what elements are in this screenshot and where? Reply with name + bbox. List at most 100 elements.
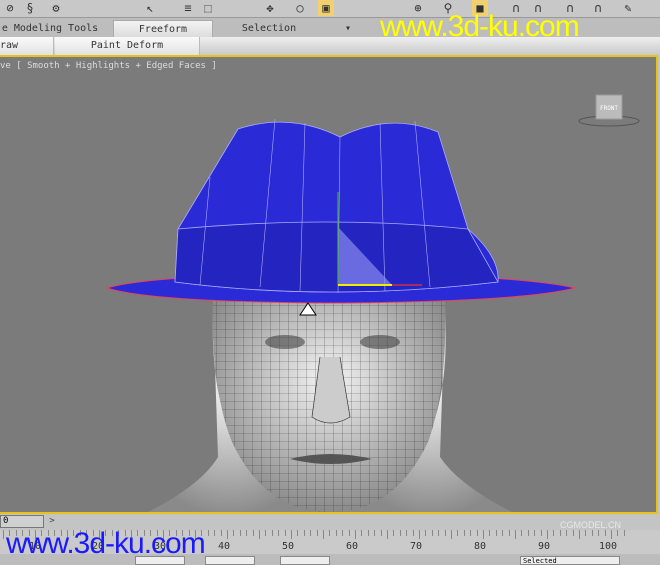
ruler-tick <box>598 530 600 536</box>
tick-label: 70 <box>409 541 423 552</box>
tab-modeling-tools[interactable]: e Modeling Tools <box>0 20 100 37</box>
ruler-tick <box>617 530 619 536</box>
head-model <box>148 292 512 512</box>
ruler-tick <box>611 530 612 539</box>
hat-model[interactable] <box>105 118 576 316</box>
ruler-tick <box>406 530 408 536</box>
ruler-tick <box>233 530 235 536</box>
viewport-perspective[interactable]: ve [ Smooth + Highlights + Edged Faces ]… <box>0 55 658 514</box>
ruler-tick <box>380 530 382 536</box>
ruler-tick <box>412 530 414 536</box>
ruler-tick <box>566 530 568 536</box>
ruler-tick <box>297 530 299 536</box>
tab-selection[interactable]: Selection <box>222 20 316 37</box>
y-coordinate-field[interactable] <box>205 556 255 565</box>
ruler-tick <box>483 530 484 539</box>
ruler-tick <box>438 530 440 536</box>
ruler-tick <box>431 530 433 536</box>
ribbon-dropdown-icon[interactable]: ▾ <box>340 20 356 37</box>
ruler-tick <box>425 530 427 536</box>
ruler-tick <box>623 530 625 536</box>
ruler-tick <box>335 530 337 536</box>
ruler-tick <box>393 530 395 536</box>
ruler-tick <box>265 530 267 536</box>
viewcube[interactable]: FRONT <box>578 94 640 127</box>
ruler-tick <box>463 530 465 536</box>
watermark-corner: CGMODEL.CN <box>560 520 622 530</box>
named-selection-icon[interactable]: ✎ <box>620 0 636 16</box>
subtab-paint-deform[interactable]: Paint Deform <box>55 37 200 55</box>
ruler-tick <box>239 530 241 536</box>
ruler-tick <box>489 530 491 536</box>
subtab-draw[interactable]: raw <box>0 37 54 55</box>
ruler-tick <box>527 530 529 536</box>
ruler-tick <box>214 530 216 536</box>
ruler-tick <box>547 530 548 539</box>
tick-label: 90 <box>537 541 551 552</box>
ruler-tick <box>604 530 606 536</box>
tick-label: 100 <box>598 541 618 552</box>
link-icon[interactable]: ⊘ <box>2 0 18 16</box>
ruler-tick <box>591 530 593 536</box>
ruler-tick <box>303 530 305 536</box>
select-by-name-icon[interactable]: ≡ <box>180 0 196 16</box>
ruler-tick <box>553 530 555 536</box>
ruler-tick <box>252 530 254 536</box>
ruler-tick <box>444 530 446 536</box>
ruler-tick <box>521 530 523 536</box>
tab-freeform[interactable]: Freeform <box>113 20 213 37</box>
rotate-icon[interactable]: ○ <box>292 0 308 16</box>
ruler-tick <box>367 530 369 536</box>
ruler-tick <box>534 530 536 536</box>
ruler-tick <box>451 530 452 539</box>
selection-set-dropdown[interactable]: Selected <box>520 556 620 565</box>
ruler-tick <box>291 530 292 539</box>
ruler-tick <box>316 530 318 536</box>
move-icon[interactable]: ✥ <box>262 0 278 16</box>
ruler-tick <box>419 530 420 539</box>
ruler-tick <box>476 530 478 536</box>
ruler-tick <box>502 530 504 536</box>
ruler-tick <box>207 530 209 536</box>
ruler-tick <box>374 530 376 536</box>
tick-label: 60 <box>345 541 359 552</box>
ruler-tick <box>259 530 260 539</box>
ruler-tick <box>284 530 286 536</box>
tick-label: 80 <box>473 541 487 552</box>
scale-icon[interactable]: ▣ <box>318 0 334 16</box>
ruler-tick <box>508 530 510 536</box>
ruler-tick <box>361 530 363 536</box>
ruler-tick <box>323 530 324 539</box>
unlink-icon[interactable]: § <box>22 0 38 16</box>
select-icon[interactable]: ↖ <box>142 0 158 16</box>
tick-label: 40 <box>217 541 231 552</box>
status-bar: Selected <box>0 554 660 565</box>
ruler-tick <box>387 530 388 539</box>
spinner-snap-icon[interactable]: ∩ <box>590 0 606 16</box>
ruler-tick <box>470 530 472 536</box>
watermark-top: www.3d-ku.com <box>380 10 580 43</box>
ruler-tick <box>515 530 516 539</box>
ruler-tick <box>457 530 459 536</box>
ruler-tick <box>227 530 228 539</box>
ruler-tick <box>495 530 497 536</box>
tick-label: 50 <box>281 541 295 552</box>
ruler-tick <box>278 530 280 536</box>
ruler-tick <box>246 530 248 536</box>
ruler-tick <box>3 530 4 539</box>
x-coordinate-field[interactable] <box>135 556 185 565</box>
region-select-icon[interactable]: ⬚ <box>200 0 216 16</box>
ruler-tick <box>572 530 574 536</box>
bind-icon[interactable]: ⚙ <box>48 0 64 16</box>
viewcube-label: FRONT <box>600 105 618 112</box>
scene: FRONT <box>105 94 640 512</box>
ruler-tick <box>399 530 401 536</box>
ruler-tick <box>220 530 222 536</box>
ruler-tick <box>342 530 344 536</box>
ruler-tick <box>540 530 542 536</box>
ruler-tick <box>348 530 350 536</box>
ruler-tick <box>585 530 587 536</box>
ruler-tick <box>355 530 356 539</box>
ruler-tick <box>559 530 561 536</box>
z-coordinate-field[interactable] <box>280 556 330 565</box>
